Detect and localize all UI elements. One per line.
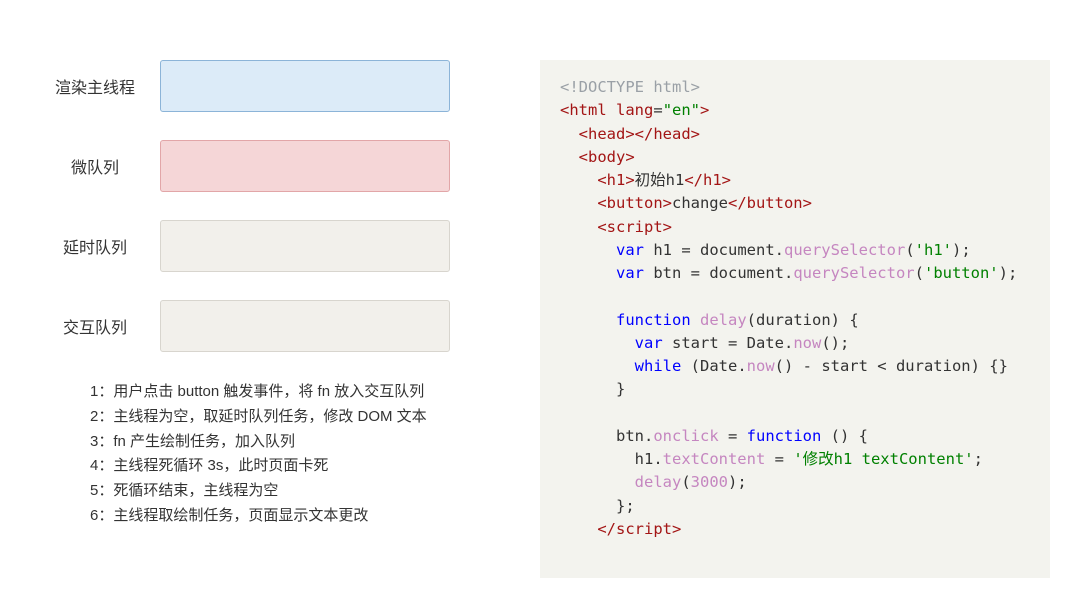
queue-box — [160, 300, 450, 352]
explanation-item: 4：主线程死循环 3s，此时页面卡死 — [90, 454, 510, 479]
explanation-item: 5：死循环结束，主线程为空 — [90, 479, 510, 504]
queue-label: 延时队列 — [30, 234, 160, 258]
queue-row: 交互队列 — [30, 300, 510, 352]
queue-label: 渲染主线程 — [30, 74, 160, 98]
diagram-left-panel: 渲染主线程微队列延时队列交互队列 1：用户点击 button 触发事件，将 fn… — [30, 60, 540, 578]
queue-row: 延时队列 — [30, 220, 510, 272]
queue-box — [160, 60, 450, 112]
queue-label: 交互队列 — [30, 314, 160, 338]
queue-label: 微队列 — [30, 154, 160, 178]
queue-row: 渲染主线程 — [30, 60, 510, 112]
explanation-item: 1：用户点击 button 触发事件，将 fn 放入交互队列 — [90, 380, 510, 405]
code-line: <!DOCTYPE html> — [560, 78, 700, 96]
explanation-item: 6：主线程取绘制任务，页面显示文本更改 — [90, 504, 510, 529]
explanation-item: 3：fn 产生绘制任务，加入队列 — [90, 430, 510, 455]
code-block: <!DOCTYPE html> <html lang="en"> <head><… — [540, 60, 1050, 578]
explanation-list: 1：用户点击 button 触发事件，将 fn 放入交互队列2：主线程为空，取延… — [30, 380, 510, 529]
explanation-item: 2：主线程为空，取延时队列任务，修改 DOM 文本 — [90, 405, 510, 430]
queue-box — [160, 140, 450, 192]
queue-box — [160, 220, 450, 272]
queue-row: 微队列 — [30, 140, 510, 192]
